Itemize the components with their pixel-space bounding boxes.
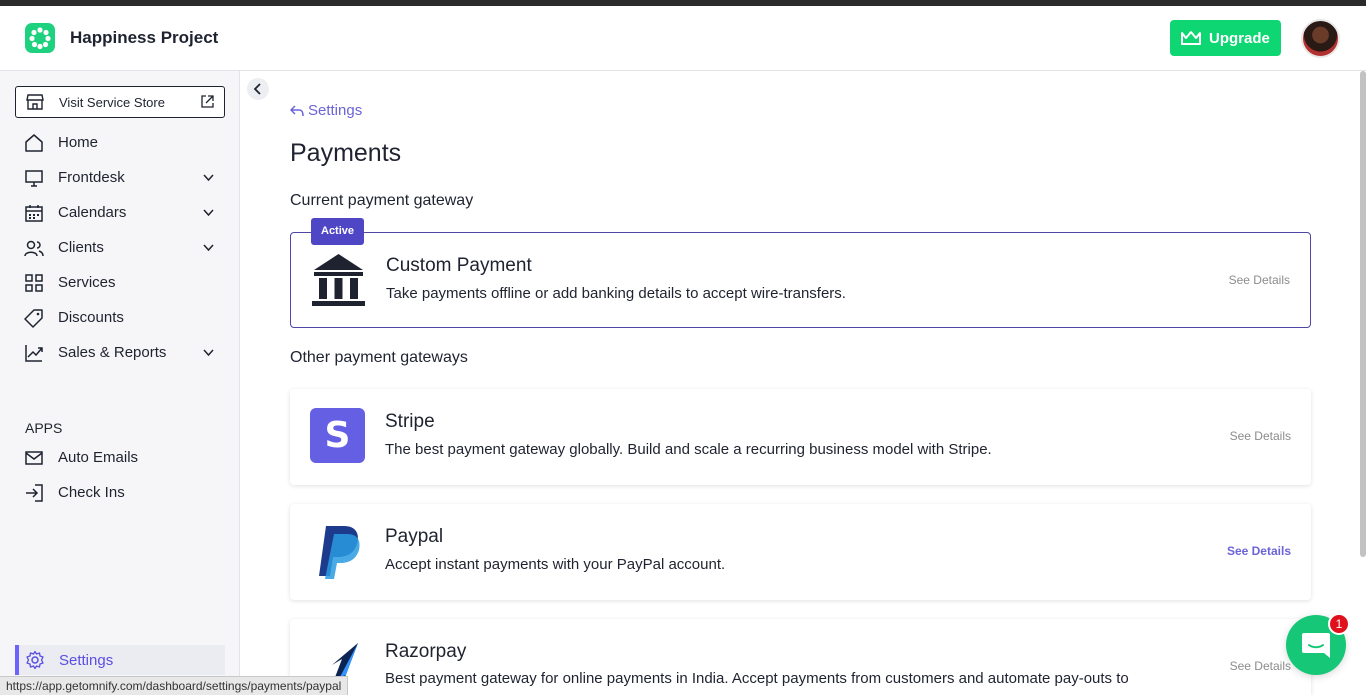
gateway-card-custom-payment[interactable]: Active Custom Payment Take payments offl… — [290, 218, 1311, 328]
back-to-settings-link[interactable]: Settings — [290, 102, 362, 119]
gateway-description: Accept instant payments with your PayPal… — [385, 556, 726, 573]
other-gateways-heading: Other payment gateways — [290, 349, 468, 366]
sidebar-item-check-ins[interactable]: Check Ins — [0, 475, 239, 510]
gateway-card-stripe[interactable]: S Stripe The best payment gateway global… — [290, 389, 1311, 485]
upgrade-button[interactable]: Upgrade — [1170, 20, 1281, 56]
monitor-icon — [25, 169, 43, 187]
sidebar-item-label: Settings — [59, 651, 114, 669]
gateway-description: Take payments offline or add banking det… — [386, 285, 846, 302]
grid-icon — [25, 273, 43, 292]
sidebar-item-calendars[interactable]: Calendars — [0, 195, 239, 230]
sidebar-item-label: Frontdesk — [58, 169, 125, 186]
sidebar-item-label: Calendars — [58, 204, 127, 221]
chevron-down-icon — [203, 349, 214, 357]
sidebar-item-sales-reports[interactable]: Sales & Reports — [0, 335, 239, 370]
gateway-name: Custom Payment — [386, 255, 532, 276]
sidebar: Visit Service Store Home Frontdesk Calen… — [0, 71, 240, 695]
active-badge: Active — [311, 218, 365, 245]
app-header: Happiness Project Upgrade — [0, 6, 1366, 71]
chevron-down-icon — [203, 244, 214, 252]
sidebar-item-label: Services — [58, 274, 116, 291]
brand-logo[interactable] — [25, 23, 55, 53]
visit-service-store-button[interactable]: Visit Service Store — [15, 86, 225, 118]
main-content: Settings Payments Current payment gatewa… — [240, 71, 1360, 695]
page-title: Payments — [290, 139, 402, 167]
sidebar-item-label: Clients — [58, 239, 104, 256]
notification-badge: 1 — [1328, 613, 1350, 635]
apps-section-title: APPS — [25, 420, 63, 436]
gateway-card-paypal[interactable]: Paypal Accept instant payments with your… — [290, 504, 1311, 600]
crown-icon — [1181, 31, 1201, 45]
gateway-description: Best payment gateway for online payments… — [385, 670, 1129, 687]
gateway-description: The best payment gateway globally. Build… — [385, 441, 992, 458]
mail-icon — [25, 450, 43, 465]
back-link-label: Settings — [308, 102, 363, 119]
store-button-label: Visit Service Store — [59, 94, 165, 110]
page-scrollbar[interactable] — [1360, 71, 1366, 557]
sign-in-icon — [26, 483, 43, 502]
see-details-link[interactable]: See Details — [1227, 544, 1291, 558]
gear-icon — [26, 650, 44, 670]
sidebar-item-label: Check Ins — [58, 484, 125, 501]
sidebar-item-auto-emails[interactable]: Auto Emails — [0, 440, 239, 475]
user-avatar[interactable] — [1301, 19, 1340, 58]
bank-icon — [312, 254, 365, 306]
see-details-link[interactable]: See Details — [1230, 659, 1291, 673]
sidebar-item-settings[interactable]: Settings — [15, 645, 225, 675]
chart-line-icon — [25, 344, 43, 362]
chevron-down-icon — [203, 209, 214, 217]
external-link-icon — [201, 95, 214, 108]
home-icon — [25, 133, 43, 152]
sidebar-item-services[interactable]: Services — [0, 265, 239, 300]
brand-name: Happiness Project — [70, 28, 219, 47]
back-arrow-icon — [290, 104, 304, 116]
sidebar-item-label: Auto Emails — [58, 449, 139, 466]
sidebar-item-label: Home — [58, 134, 99, 151]
sidebar-item-home[interactable]: Home — [0, 125, 239, 160]
gateway-name: Stripe — [385, 411, 435, 432]
sidebar-item-label: Sales & Reports — [58, 344, 167, 361]
users-icon — [24, 240, 44, 256]
paypal-logo — [319, 526, 360, 579]
upgrade-label: Upgrade — [1209, 29, 1270, 47]
sidebar-item-clients[interactable]: Clients — [0, 230, 239, 265]
chat-icon — [1302, 633, 1330, 658]
sidebar-item-label: Discounts — [58, 309, 124, 326]
gateway-name: Razorpay — [385, 641, 467, 662]
tag-icon — [24, 308, 43, 328]
calendar-icon — [25, 204, 43, 222]
gateway-card-razorpay[interactable]: Razorpay Best payment gateway for online… — [290, 619, 1311, 695]
sidebar-item-discounts[interactable]: Discounts — [0, 300, 239, 335]
sidebar-item-frontdesk[interactable]: Frontdesk — [0, 160, 239, 195]
current-gateway-heading: Current payment gateway — [290, 192, 474, 209]
store-icon — [26, 94, 44, 110]
see-details-link[interactable]: See Details — [1230, 429, 1291, 443]
browser-status-url: https://app.getomnify.com/dashboard/sett… — [0, 676, 349, 695]
see-details-link[interactable]: See Details — [1229, 273, 1290, 287]
stripe-logo: S — [310, 408, 365, 463]
gateway-name: Paypal — [385, 526, 444, 547]
chevron-down-icon — [203, 174, 214, 182]
